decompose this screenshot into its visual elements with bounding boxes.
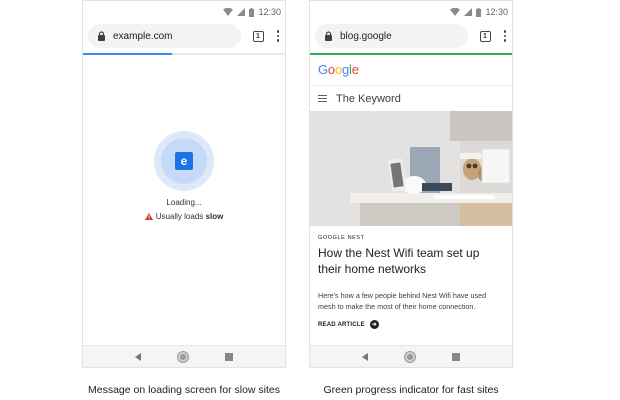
- system-nav-bar: [83, 345, 285, 367]
- toolbar: example.com 1: [83, 23, 285, 49]
- slow-word: slow: [205, 212, 224, 221]
- toolbar: blog.google 1: [310, 23, 512, 49]
- hero-image[interactable]: [310, 111, 512, 226]
- more-menu-icon[interactable]: [503, 30, 506, 42]
- progress-bar: [83, 53, 172, 55]
- progress-track: [310, 53, 512, 55]
- article-eyebrow: GOOGLE NEST: [318, 235, 365, 241]
- tabs-icon[interactable]: 1: [252, 30, 264, 42]
- tab-count: 1: [256, 32, 260, 40]
- recents-icon[interactable]: [224, 352, 233, 361]
- phone-fast-site: 12:30 blog.google 1 Google The Keyword G…: [309, 0, 513, 368]
- read-article-label: READ ARTICLE: [318, 321, 365, 328]
- caption-left: Message on loading screen for slow sites: [87, 384, 280, 396]
- section-title[interactable]: The Keyword: [336, 93, 401, 105]
- status-bar: 12:30: [83, 1, 285, 23]
- lock-icon: [98, 31, 105, 41]
- battery-icon: [476, 7, 482, 17]
- tab-count: 1: [483, 32, 487, 40]
- address-bar[interactable]: example.com: [88, 24, 241, 48]
- more-menu-icon[interactable]: [276, 30, 279, 42]
- status-time: 12:30: [485, 7, 508, 17]
- site-favicon: e: [175, 152, 193, 170]
- arrow-right-icon: ➜: [369, 320, 379, 329]
- wifi-icon: [223, 8, 234, 16]
- phone-slow-site: 12:30 example.com 1 e Loading... Usually…: [82, 0, 286, 368]
- home-icon[interactable]: [177, 351, 188, 362]
- recents-icon[interactable]: [451, 352, 460, 361]
- progress-bar: [310, 53, 512, 55]
- signal-icon: [464, 8, 473, 16]
- menu-icon[interactable]: [318, 94, 327, 103]
- caption-right: Green progress indicator for fast sites: [323, 384, 499, 396]
- wifi-icon: [450, 8, 461, 16]
- site-header: The Keyword: [310, 85, 512, 111]
- google-logo[interactable]: Google: [310, 55, 512, 85]
- url-text: example.com: [113, 30, 173, 42]
- lock-icon: [325, 31, 332, 41]
- hero-illustration: [310, 111, 512, 226]
- signal-icon: [237, 8, 246, 16]
- system-nav-bar: [310, 345, 512, 367]
- progress-track: [83, 53, 285, 55]
- slow-message: Usually loads slow: [83, 212, 285, 221]
- back-icon[interactable]: [362, 352, 369, 361]
- home-icon[interactable]: [404, 351, 415, 362]
- slow-prefix: Usually loads: [155, 212, 206, 221]
- status-time: 12:30: [258, 7, 281, 17]
- address-bar[interactable]: blog.google: [315, 24, 468, 48]
- battery-icon: [249, 7, 255, 17]
- tabs-icon[interactable]: 1: [479, 30, 491, 42]
- status-bar: 12:30: [310, 1, 512, 23]
- site-logo-text: Google: [318, 62, 359, 77]
- loading-text: Loading...: [166, 198, 202, 207]
- warning-icon: [144, 213, 153, 220]
- read-article-link[interactable]: READ ARTICLE ➜: [310, 312, 512, 329]
- back-icon[interactable]: [135, 352, 142, 361]
- url-text: blog.google: [340, 30, 392, 42]
- article-summary: Here’s how a few people behind Nest Wifi…: [318, 291, 487, 311]
- loading-halo: e: [154, 131, 214, 191]
- article-headline[interactable]: How the Nest Wifi team set up their home…: [310, 241, 512, 277]
